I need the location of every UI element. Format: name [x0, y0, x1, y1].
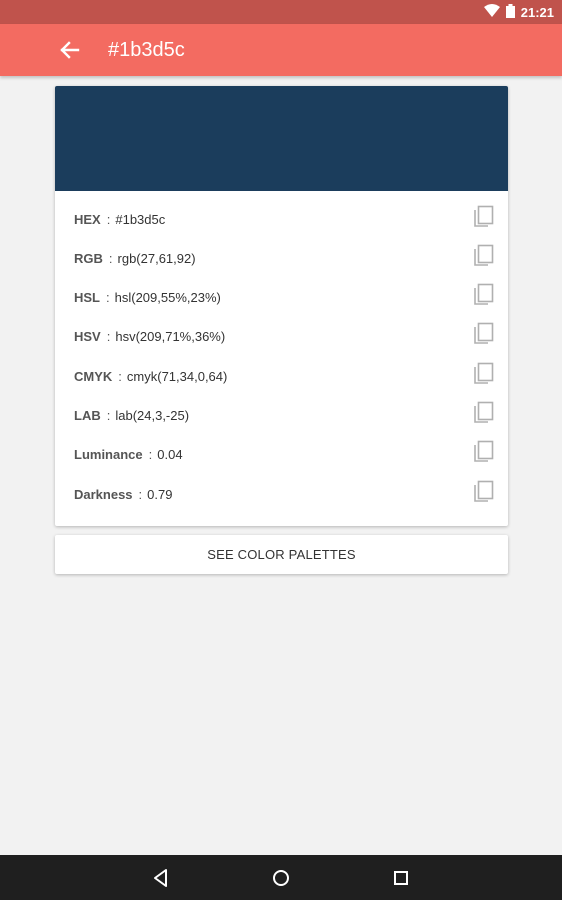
- property-separator: :: [138, 487, 143, 502]
- property-row-hex: HEX: #1b3d5c: [55, 205, 508, 235]
- status-bar: 21:21: [0, 0, 562, 24]
- property-text: RGB: rgb(27,61,92): [74, 250, 196, 268]
- property-label: HSV: [74, 329, 101, 344]
- property-label: HSL: [74, 290, 100, 305]
- property-label: HEX: [74, 212, 101, 227]
- property-text: Darkness:0.79: [74, 486, 172, 504]
- property-text: HSL: hsl(209,55%,23%): [74, 289, 221, 307]
- property-text: HEX: #1b3d5c: [74, 211, 165, 229]
- app-bar: #1b3d5c: [0, 24, 562, 76]
- wifi-icon: [483, 4, 500, 20]
- property-row-hsl: HSL: hsl(209,55%,23%): [55, 283, 508, 313]
- property-label: Luminance: [74, 447, 143, 462]
- color-details-card: HEX: #1b3d5c RGB: rgb(27,61,92) HSL: hsl(209,…: [55, 86, 508, 526]
- arrow-back-icon: [60, 41, 80, 59]
- property-label: CMYK: [74, 369, 113, 384]
- property-separator: :: [106, 290, 110, 305]
- property-value: cmyk(71,34,0,64): [126, 369, 228, 384]
- nav-home-button[interactable]: [270, 867, 292, 889]
- property-label: Darkness: [74, 487, 133, 502]
- status-time: 21:21: [520, 4, 554, 20]
- page-title: #1b3d5c: [108, 39, 185, 61]
- property-text: LAB: lab(24,3,-25): [74, 407, 189, 425]
- property-value: #1b3d5c: [115, 212, 166, 227]
- property-row-cmyk: CMYK: cmyk(71,34,0,64): [55, 362, 508, 392]
- property-label: LAB: [74, 408, 101, 423]
- property-separator: :: [148, 447, 153, 462]
- property-value: lab(24,3,-25): [115, 408, 190, 423]
- nav-back-button[interactable]: [150, 867, 172, 889]
- property-text: Luminance:0.04: [74, 446, 183, 464]
- property-value: 0.04: [157, 447, 183, 462]
- copy-icon[interactable]: [473, 480, 495, 504]
- property-text: HSV: hsv(209,71%,36%): [74, 328, 225, 346]
- recents-square-icon: [394, 871, 408, 885]
- see-color-palettes-button[interactable]: SEE COLOR PALETTES: [55, 535, 508, 574]
- nav-recents-button[interactable]: [390, 867, 412, 889]
- property-value: hsv(209,71%,36%): [115, 329, 226, 344]
- property-label: RGB: [74, 251, 103, 266]
- property-row-rgb: RGB: rgb(27,61,92): [55, 244, 508, 274]
- property-row-lab: LAB: lab(24,3,-25): [55, 401, 508, 431]
- property-row-hsv: HSV: hsv(209,71%,36%): [55, 322, 508, 352]
- copy-icon[interactable]: [473, 322, 495, 346]
- property-row-luminance: Luminance:0.04: [55, 440, 508, 470]
- home-circle-icon: [273, 870, 289, 886]
- copy-icon[interactable]: [473, 440, 495, 464]
- property-text: CMYK: cmyk(71,34,0,64): [74, 368, 227, 386]
- property-value: 0.79: [147, 487, 173, 502]
- copy-icon[interactable]: [473, 205, 495, 229]
- property-separator: :: [106, 212, 111, 227]
- back-button[interactable]: [57, 38, 83, 62]
- property-separator: :: [118, 369, 122, 384]
- property-row-darkness: Darkness:0.79: [55, 480, 508, 510]
- copy-icon[interactable]: [473, 244, 495, 268]
- color-swatch: [55, 86, 508, 191]
- copy-icon[interactable]: [473, 401, 495, 425]
- back-triangle-icon: [154, 869, 167, 887]
- property-separator: :: [106, 408, 111, 423]
- battery-icon: [505, 3, 515, 21]
- property-value: hsl(209,55%,23%): [114, 290, 221, 305]
- property-value: rgb(27,61,92): [117, 251, 196, 266]
- property-separator: :: [106, 329, 111, 344]
- property-separator: :: [108, 251, 113, 266]
- navigation-bar: [0, 855, 562, 900]
- copy-icon[interactable]: [473, 362, 495, 386]
- copy-icon[interactable]: [473, 283, 495, 307]
